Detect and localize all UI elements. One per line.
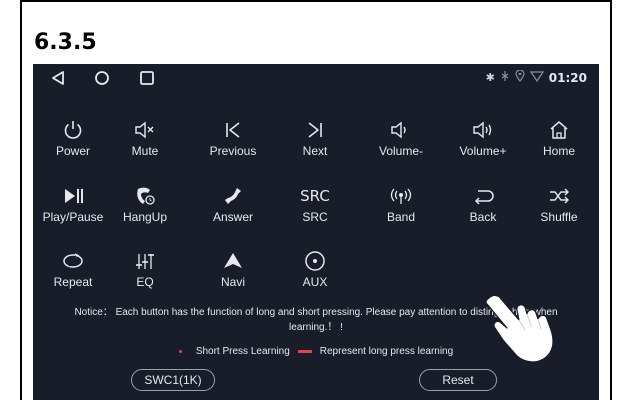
band-button[interactable]: Band xyxy=(361,182,441,240)
recent-apps-icon[interactable] xyxy=(136,68,158,88)
reset-button[interactable]: Reset xyxy=(419,369,497,391)
short-press-dot xyxy=(178,350,182,353)
next-label: Next xyxy=(302,144,328,158)
eq-button[interactable]: EQ xyxy=(105,247,185,305)
hangup-label: HangUp xyxy=(122,210,168,224)
volume-down-button[interactable]: Volume- xyxy=(361,116,441,174)
next-icon xyxy=(300,118,330,142)
status-indicators: ✱ 01:20 xyxy=(485,69,587,86)
repeat-icon xyxy=(58,249,88,273)
previous-label: Previous xyxy=(209,144,257,158)
status-bar: ✱ 01:20 xyxy=(33,64,599,92)
mute-icon xyxy=(130,118,160,142)
signal-icon xyxy=(500,70,510,86)
volume-up-label: Volume+ xyxy=(459,144,507,158)
aux-button[interactable]: AUX xyxy=(275,247,355,305)
mute-label: Mute xyxy=(131,144,159,158)
navi-button[interactable]: Navi xyxy=(193,247,273,305)
long-press-dash xyxy=(297,350,312,353)
band-icon xyxy=(386,184,416,208)
back-icon xyxy=(468,184,498,208)
head-unit-screen: ✱ 01:20 Power Mute Previous Next Volume-… xyxy=(33,64,599,400)
bluetooth-icon: ✱ xyxy=(485,72,495,84)
home-label: Home xyxy=(542,144,575,158)
navi-label: Navi xyxy=(220,275,245,289)
hangup-icon xyxy=(130,184,160,208)
src-icon-text: SRC xyxy=(300,187,330,205)
previous-button[interactable]: Previous xyxy=(193,116,273,174)
long-press-label: Represent long press learning xyxy=(319,346,454,357)
hangup-button[interactable]: HangUp xyxy=(105,182,185,240)
repeat-button[interactable]: Repeat xyxy=(33,247,113,305)
answer-label: Answer xyxy=(212,210,253,224)
answer-icon xyxy=(218,184,248,208)
shuffle-button[interactable]: Shuffle xyxy=(519,182,599,240)
play-pause-icon xyxy=(58,184,88,208)
swc-select-button[interactable]: SWC1(1K) xyxy=(131,369,215,391)
shuffle-icon xyxy=(544,184,574,208)
home-button[interactable]: Home xyxy=(519,116,599,174)
volume-down-label: Volume- xyxy=(378,144,424,158)
pointing-hand-icon xyxy=(481,290,585,366)
answer-button[interactable]: Answer xyxy=(193,182,273,240)
power-icon xyxy=(58,118,88,142)
power-button[interactable]: Power xyxy=(33,116,113,174)
band-label: Band xyxy=(386,210,416,224)
section-number: 6.3.5 xyxy=(34,30,97,55)
play-pause-button[interactable]: Play/Pause xyxy=(33,182,113,240)
shuffle-label: Shuffle xyxy=(540,210,578,224)
clock: 01:20 xyxy=(548,71,587,85)
volume-up-button[interactable]: Volume+ xyxy=(443,116,523,174)
src-icon: SRC xyxy=(300,184,330,208)
src-label: SRC xyxy=(302,210,328,224)
aux-icon xyxy=(300,249,330,273)
mute-button[interactable]: Mute xyxy=(105,116,185,174)
home-nav-icon[interactable] xyxy=(91,68,113,88)
home-icon xyxy=(544,118,574,142)
power-label: Power xyxy=(55,144,90,158)
eq-icon xyxy=(130,249,160,273)
aux-label: AUX xyxy=(302,275,328,289)
eq-label: EQ xyxy=(136,275,154,289)
back-label: Back xyxy=(469,210,497,224)
next-button[interactable]: Next xyxy=(275,116,355,174)
short-press-label: Short Press Learning xyxy=(195,346,290,357)
repeat-label: Repeat xyxy=(53,275,93,289)
volume-down-icon xyxy=(386,118,416,142)
wifi-icon xyxy=(529,70,544,86)
src-button[interactable]: SRC SRC xyxy=(275,182,355,240)
location-icon xyxy=(515,69,525,86)
previous-icon xyxy=(218,118,248,142)
navi-icon xyxy=(218,249,248,273)
play-pause-label: Play/Pause xyxy=(42,210,104,224)
volume-up-icon xyxy=(468,118,498,142)
back-button[interactable]: Back xyxy=(443,182,523,240)
back-nav-icon[interactable] xyxy=(47,68,69,88)
